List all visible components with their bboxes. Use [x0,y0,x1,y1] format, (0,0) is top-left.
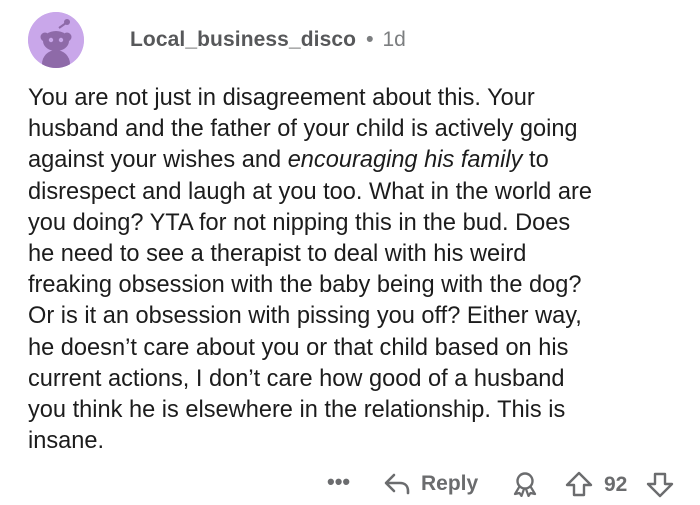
comment-line: he doesn’t care about you or that child … [28,334,569,361]
award-icon[interactable] [511,471,539,497]
snoo-avatar-icon [28,12,84,68]
comment-age: 1d [382,28,406,51]
comment-line: You are not just in disagreement about t… [28,85,535,111]
reply-arrow-icon [384,473,410,495]
comment-body: You are not just in disagreement about t… [28,83,678,457]
emphasized-text: encouraging his family [287,147,523,174]
upvote-arrow-icon[interactable] [564,470,594,498]
comment-line: against your wishes and encouraging his … [28,147,549,174]
comment-line: husband and the father of your child is … [28,116,578,143]
meta-separator: • [366,28,374,51]
comment-line: freaking obsession with the baby being w… [28,272,582,299]
comment-line: you think he is elsewhere in the relatio… [28,397,566,424]
vote-score: 92 [604,473,628,496]
comment-line: current actions, I don’t care how good o… [28,365,565,392]
comment-line: you doing? YTA for not nipping this in t… [28,209,571,236]
comment-line: insane. [28,428,105,455]
downvote-arrow-icon[interactable] [645,471,675,499]
comment-actions-bar: ••• Reply 92 [0,462,700,504]
reply-label: Reply [421,472,479,495]
more-icon[interactable]: ••• [327,471,350,493]
comment-header: Local_business_disco • 1d [28,12,406,68]
comment-line: Or is it an obsession with pissing you o… [28,303,582,330]
comment-line: he need to see a therapist to deal with … [28,241,527,268]
reply-button[interactable]: Reply [383,469,478,499]
comment-line: disrespect and laugh at you too. What in… [28,178,592,205]
avatar[interactable] [28,12,84,68]
username-link[interactable]: Local_business_disco [130,28,356,52]
